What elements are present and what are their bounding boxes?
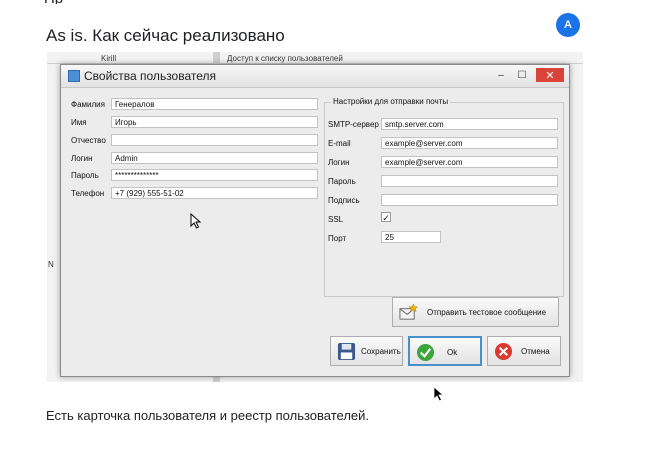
mail-login-field[interactable]: example@server.com [381,156,558,168]
background-left-char: N [48,260,54,269]
close-button[interactable]: ✕ [536,68,564,82]
email-field[interactable]: example@server.com [381,137,558,149]
password-field[interactable]: ************** [111,169,318,181]
first-name-label: Имя [71,118,87,127]
signature-field[interactable] [381,194,558,206]
email-label: E-mail [328,139,351,148]
login-field[interactable]: Admin [111,152,318,164]
patronymic-field[interactable] [111,134,318,146]
ok-button[interactable]: Ok [408,336,482,366]
dialog-titlebar[interactable]: Свойства пользователя – ☐ ✕ [61,65,569,88]
green-check-icon [416,343,435,362]
section-heading: As is. Как сейчас реализовано [46,26,285,45]
background-scrollbar-top [213,52,220,64]
mail-settings-title: Настройки для отправки почты [331,97,451,106]
dialog-title: Свойства пользователя [84,69,217,83]
floppy-disk-icon [337,342,356,361]
window-app-icon [68,70,80,82]
ok-label: Ok [447,348,458,357]
envelope-star-icon [399,303,418,320]
mail-password-field[interactable] [381,175,558,187]
slide-caption: Есть карточка пользователя и реестр поль… [46,408,370,423]
patronymic-label: Отчество [71,136,106,145]
first-name-field[interactable]: Игорь [111,116,318,128]
cancel-label: Отмена [521,347,550,356]
avatar[interactable]: А [556,13,580,37]
smtp-label: SMTP-сервер [328,120,379,129]
minimize-button[interactable]: – [490,68,512,82]
screenshot-image: Kirill Доступ к списку пользователей N С… [47,52,583,382]
mail-login-label: Логин [328,158,350,167]
mail-password-label: Пароль [328,177,356,186]
last-name-field[interactable]: Генералов [111,98,318,110]
port-field[interactable]: 25 [381,231,441,243]
send-test-message-button[interactable]: Отправить тестовое сообщение [392,297,559,327]
password-label: Пароль [71,171,99,180]
page-mouse-cursor-icon [433,386,445,402]
red-x-icon [494,342,513,361]
maximize-button[interactable]: ☐ [511,68,533,82]
send-test-message-label: Отправить тестовое сообщение [427,308,547,317]
ssl-label: SSL [328,215,344,224]
save-label: Сохранить [361,347,401,356]
smtp-field[interactable]: smtp.server.com [381,118,558,130]
cutoff-text: Пр [44,0,104,4]
phone-field[interactable]: +7 (929) 555-51-02 [111,187,318,199]
mouse-cursor-icon [190,213,202,229]
phone-label: Телефон [71,189,105,198]
signature-label: Подпись [328,196,360,205]
last-name-label: Фамилия [71,100,105,109]
background-column-title: Доступ к списку пользователей [227,54,343,63]
ssl-checkbox[interactable]: ✓ [381,212,391,223]
login-label: Логин [71,154,93,163]
user-properties-dialog: Свойства пользователя – ☐ ✕ Фамилия Гене… [60,64,570,377]
background-user-name: Kirill [101,54,117,63]
port-label: Порт [328,234,347,243]
cancel-button[interactable]: Отмена [487,336,561,366]
save-button[interactable]: Сохранить [330,336,403,366]
